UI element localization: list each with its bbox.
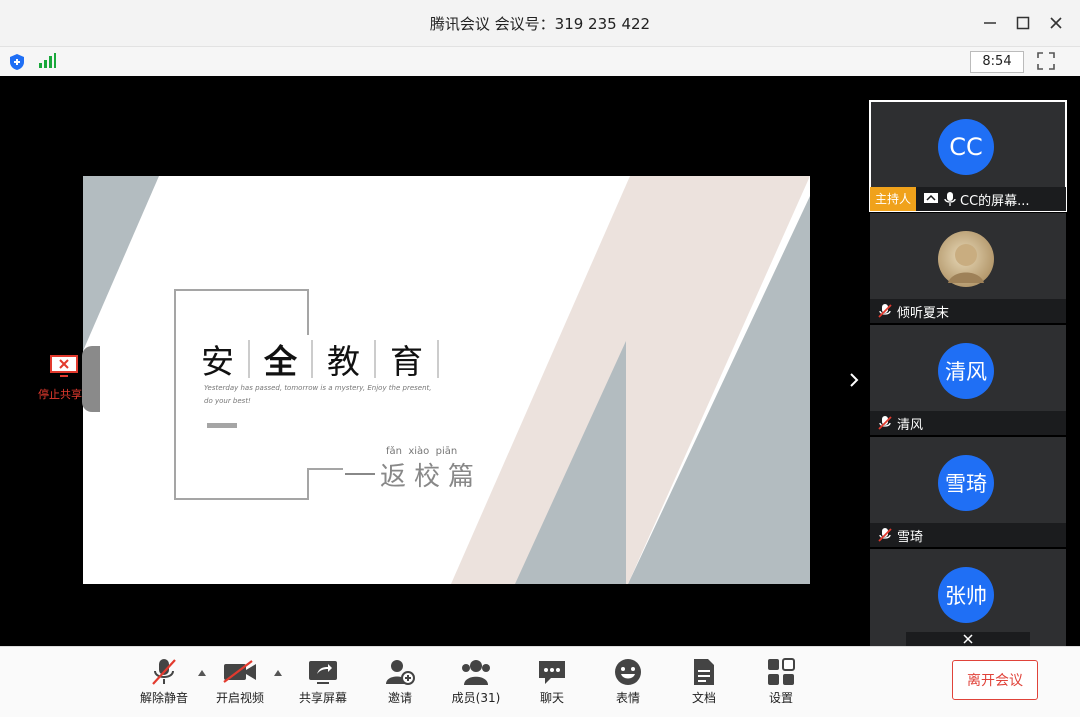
signal-icon[interactable] <box>38 53 56 69</box>
avatar: 清风 <box>938 343 994 399</box>
start-video-label: 开启视频 <box>215 691 264 705</box>
invite-button[interactable]: 邀请 <box>365 655 435 706</box>
avatar <box>938 231 994 287</box>
participant-namebar: 主持人 CC的屏幕... <box>870 187 1066 211</box>
meeting-toolbar: 解除静音 开启视频 共享屏幕 邀请 成员(31) 聊天 表情 文档 设置 离开会… <box>0 646 1080 717</box>
chat-icon <box>539 661 565 684</box>
documents-button[interactable]: 文档 <box>669 655 739 706</box>
share-screen-button[interactable]: 共享屏幕 <box>288 655 358 706</box>
security-shield-icon[interactable] <box>9 53 25 71</box>
slide-subtitle-en: Yesterday has passed, tomorrow is a myst… <box>204 384 432 392</box>
participant-tile[interactable]: 清风 清风 <box>870 325 1066 435</box>
minimize-button[interactable] <box>977 10 1003 36</box>
fullscreen-icon[interactable] <box>1037 52 1055 70</box>
apps-grid-icon <box>768 658 795 685</box>
slide-title: 安 全 教 育 <box>201 338 441 381</box>
participant-name: CC的屏幕... <box>960 193 1030 209</box>
camera-off-icon <box>223 660 256 683</box>
participant-name: 清风 <box>897 417 924 433</box>
settings-button[interactable]: 设置 <box>746 655 816 706</box>
invite-user-icon <box>386 660 415 685</box>
meeting-stage: 安 全 教 育 Yesterday has passed, tomorrow i… <box>0 76 1080 646</box>
share-screen-icon <box>309 661 337 684</box>
participant-tile[interactable]: 倾听夏末 <box>870 213 1066 323</box>
microphone-muted-icon <box>152 659 176 685</box>
title-bar: 腾讯会议 会议号：319 235 422 <box>0 0 1080 46</box>
close-button[interactable] <box>1043 10 1069 36</box>
screen-share-icon <box>924 193 939 203</box>
settings-label: 设置 <box>768 691 793 705</box>
chat-button[interactable]: 聊天 <box>517 655 587 706</box>
slide-subtitle-cn: 返校篇 <box>380 462 483 492</box>
close-small-icon <box>963 634 973 644</box>
chevron-right-icon[interactable] <box>848 372 860 388</box>
members-button[interactable]: 成员(31) <box>441 655 511 706</box>
close-icon <box>1050 17 1062 29</box>
participant-tile[interactable]: CC 主持人 CC的屏幕... <box>869 100 1067 212</box>
avatar-photo-icon <box>948 244 984 283</box>
avatar: 张帅 <box>938 567 994 623</box>
maximize-icon <box>1016 16 1030 30</box>
slide-subtitle-en-2: do your best! <box>204 397 251 405</box>
slide-subtitle-dash <box>345 473 375 475</box>
invite-label: 邀请 <box>387 691 412 705</box>
members-icon <box>462 660 490 685</box>
stop-sharing-control[interactable]: 停止共享 <box>38 346 100 412</box>
microphone-muted-icon <box>878 304 892 318</box>
avatar: CC <box>938 119 994 175</box>
microphone-muted-icon <box>878 528 892 542</box>
unmute-label: 解除静音 <box>139 691 188 705</box>
meeting-timer: 8:54 <box>970 51 1024 73</box>
title-char: 育 <box>390 342 423 381</box>
reactions-label: 表情 <box>615 691 640 705</box>
avatar: 雪琦 <box>938 455 994 511</box>
unmute-button[interactable]: 解除静音 <box>129 655 199 706</box>
title-frame <box>174 289 309 500</box>
documents-label: 文档 <box>691 691 716 705</box>
start-video-button[interactable]: 开启视频 <box>205 655 275 706</box>
share-screen-label: 共享屏幕 <box>298 691 347 705</box>
microphone-muted-icon <box>878 416 892 430</box>
participant-name: 倾听夏末 <box>897 305 950 321</box>
stop-share-screen-icon <box>50 355 78 377</box>
title-char: 教 <box>327 342 360 381</box>
leave-meeting-button[interactable]: 离开会议 <box>952 660 1038 700</box>
status-bar: 8:54 <box>0 46 1080 78</box>
chat-label: 聊天 <box>539 691 564 705</box>
maximize-button[interactable] <box>1010 10 1036 36</box>
stop-sharing-label: 停止共享 <box>38 388 82 401</box>
document-icon <box>694 659 714 685</box>
microphone-icon <box>944 192 956 206</box>
participant-name: 雪琦 <box>897 529 924 545</box>
slide-accent-bar <box>207 423 237 428</box>
window-title: 腾讯会议 会议号：319 235 422 <box>429 15 651 33</box>
minimize-icon <box>984 22 996 24</box>
participant-tile[interactable]: 雪琦 雪琦 <box>870 437 1066 547</box>
participant-namebar: 雪琦 <box>870 523 1066 547</box>
host-badge: 主持人 <box>870 187 917 211</box>
shared-screen-slide: 安 全 教 育 Yesterday has passed, tomorrow i… <box>83 176 810 584</box>
participant-namebar: 清风 <box>870 411 1066 435</box>
emoji-icon <box>615 659 641 685</box>
chevron-up-icon[interactable] <box>273 669 283 677</box>
collapse-panel-button[interactable] <box>906 632 1030 646</box>
title-char: 全 <box>264 342 297 381</box>
title-char: 安 <box>201 342 234 381</box>
participant-namebar: 倾听夏末 <box>870 299 1066 323</box>
participant-tile[interactable]: 张帅 <box>870 549 1066 646</box>
members-label: 成员(31) <box>451 691 501 705</box>
reactions-button[interactable]: 表情 <box>593 655 663 706</box>
